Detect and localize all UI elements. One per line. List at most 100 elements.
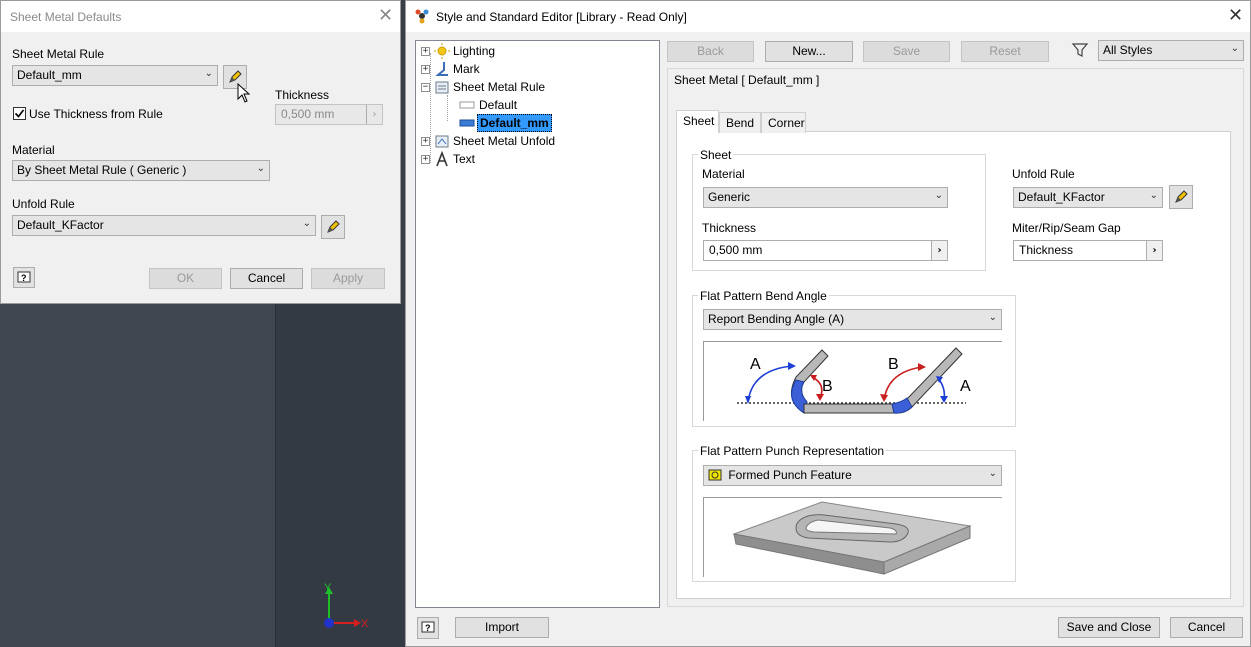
svg-text:?: ? bbox=[425, 623, 431, 633]
help-button[interactable]: ? bbox=[417, 617, 439, 639]
unfold-rule-value: Default_KFactor bbox=[1018, 190, 1105, 204]
chevron-down-icon: ⌄ bbox=[934, 190, 943, 201]
unfold-rule-value: Default_KFactor bbox=[17, 218, 104, 232]
thickness-label: Thickness bbox=[702, 221, 757, 235]
svg-text:?: ? bbox=[21, 273, 27, 283]
editor-title: Style and Standard Editor [Library - Rea… bbox=[436, 10, 687, 24]
tree-item-default-mm[interactable]: Default_mm bbox=[459, 114, 552, 132]
style-filter-select[interactable]: All Styles ⌄ bbox=[1098, 40, 1244, 61]
tab-sheet[interactable]: Sheet bbox=[676, 110, 719, 133]
ok-button[interactable]: OK bbox=[149, 268, 222, 289]
unfold-rule-select[interactable]: Default_KFactor ⌄ bbox=[12, 215, 316, 236]
filter-icon bbox=[1071, 43, 1089, 57]
sheet-metal-defaults-dialog: Sheet Metal Defaults ✕ Sheet Metal Rule … bbox=[0, 0, 401, 304]
collapse-icon[interactable]: − bbox=[421, 82, 430, 92]
sheet-metal-rule-value: Default_mm bbox=[17, 68, 82, 82]
expand-icon[interactable]: + bbox=[421, 154, 430, 164]
sheet-metal-unfold-icon bbox=[435, 135, 449, 148]
chevron-down-icon: ⌄ bbox=[204, 68, 213, 79]
expand-icon[interactable]: + bbox=[421, 46, 430, 56]
lighting-icon bbox=[434, 43, 450, 59]
sheet-group-title: Sheet bbox=[698, 148, 734, 162]
material-select[interactable]: Generic ⌄ bbox=[703, 187, 948, 208]
unfold-rule-select[interactable]: Default_KFactor ⌄ bbox=[1013, 187, 1163, 208]
help-icon: ? bbox=[421, 621, 435, 633]
edit-unfold-rule-button[interactable] bbox=[1169, 185, 1193, 209]
dialog-title: Sheet Metal Defaults bbox=[10, 10, 122, 24]
label-a-right: A bbox=[960, 378, 971, 395]
save-and-close-button[interactable]: Save and Close bbox=[1058, 617, 1160, 638]
label-a-left: A bbox=[750, 356, 761, 373]
rule-style-icon bbox=[459, 119, 475, 127]
unfold-rule-label: Unfold Rule bbox=[12, 197, 75, 211]
punch-illustration bbox=[732, 501, 972, 575]
material-value: By Sheet Metal Rule ( Generic ) bbox=[17, 163, 187, 177]
tree-item-mark[interactable]: + Mark bbox=[421, 60, 480, 78]
edit-unfold-rule-button[interactable] bbox=[321, 215, 345, 239]
help-icon: ? bbox=[17, 271, 31, 283]
punch-representation-select[interactable]: Formed Punch Feature ⌄ bbox=[703, 465, 1002, 486]
cancel-button[interactable]: Cancel bbox=[1170, 617, 1243, 638]
chevron-down-icon: ⌄ bbox=[1149, 190, 1158, 201]
tree-item-default[interactable]: Default bbox=[459, 96, 517, 114]
thickness-value: 0,500 mm bbox=[281, 107, 335, 121]
chevron-down-icon: ⌄ bbox=[302, 218, 311, 229]
bend-angle-group-title: Flat Pattern Bend Angle bbox=[698, 289, 829, 303]
reset-button[interactable]: Reset bbox=[961, 41, 1049, 62]
use-thickness-checkbox[interactable] bbox=[13, 107, 26, 120]
tab-corner[interactable]: Corner bbox=[761, 112, 806, 133]
thickness-label: Thickness bbox=[275, 88, 330, 102]
bend-angle-value: Report Bending Angle (A) bbox=[708, 312, 845, 326]
formed-punch-icon bbox=[708, 469, 722, 481]
tree-item-sheet-metal-rule[interactable]: − Sheet Metal Rule bbox=[421, 78, 545, 96]
miter-gap-field[interactable]: Thickness › bbox=[1013, 240, 1163, 261]
thickness-value: 0,500 mm bbox=[709, 243, 763, 257]
back-button[interactable]: Back bbox=[667, 41, 754, 62]
save-button[interactable]: Save bbox=[863, 41, 950, 62]
help-button[interactable]: ? bbox=[13, 267, 35, 288]
tree-item-text[interactable]: + Text bbox=[421, 150, 475, 168]
close-icon[interactable]: ✕ bbox=[1228, 7, 1243, 25]
thickness-field[interactable]: 0,500 mm › bbox=[275, 104, 383, 125]
style-tree[interactable]: + Lighting + Mark − Sheet Metal Rule Def… bbox=[415, 40, 660, 608]
label-b-left: B bbox=[822, 378, 833, 395]
tree-item-label: Lighting bbox=[453, 44, 496, 58]
chevron-down-icon: ⌄ bbox=[1230, 43, 1239, 54]
close-icon[interactable]: ✕ bbox=[378, 7, 393, 25]
tree-item-label: Default_mm bbox=[477, 114, 552, 132]
new-button[interactable]: New... bbox=[765, 41, 853, 62]
apply-button[interactable]: Apply bbox=[311, 268, 385, 289]
bend-angle-diagram: A B B A bbox=[703, 341, 1002, 421]
unfold-rule-label: Unfold Rule bbox=[1012, 167, 1075, 181]
thickness-field[interactable]: 0,500 mm › bbox=[703, 240, 948, 261]
expand-icon[interactable]: + bbox=[421, 136, 430, 146]
bend-angle-illustration: A B B A bbox=[737, 347, 971, 414]
panel-title: Sheet Metal [ Default_mm ] bbox=[674, 73, 820, 87]
mouse-cursor-icon bbox=[237, 83, 251, 103]
bend-angle-select[interactable]: Report Bending Angle (A) ⌄ bbox=[703, 309, 1002, 330]
axis-y-label: Y bbox=[324, 582, 332, 594]
chevron-down-icon: ⌄ bbox=[256, 163, 265, 174]
rule-style-icon bbox=[459, 101, 475, 109]
expand-icon[interactable]: + bbox=[421, 64, 430, 74]
cancel-button[interactable]: Cancel bbox=[230, 268, 303, 289]
chevron-right-icon: › bbox=[366, 105, 382, 124]
tree-item-lighting[interactable]: + Lighting bbox=[421, 42, 495, 60]
chevron-right-icon[interactable]: › bbox=[1146, 241, 1162, 260]
chevron-right-icon[interactable]: › bbox=[931, 241, 947, 260]
import-button[interactable]: Import bbox=[455, 617, 549, 638]
axis-x-label: X bbox=[361, 618, 369, 630]
sheet-metal-rule-select[interactable]: Default_mm ⌄ bbox=[12, 65, 218, 86]
label-b-right: B bbox=[888, 356, 899, 373]
sheet-metal-rule-label: Sheet Metal Rule bbox=[12, 47, 105, 61]
tree-item-sheet-metal-unfold[interactable]: + Sheet Metal Unfold bbox=[421, 132, 555, 150]
material-value: Generic bbox=[708, 190, 751, 204]
tree-item-label: Default bbox=[479, 98, 518, 112]
checkmark-icon bbox=[14, 109, 25, 118]
tab-bend[interactable]: Bend bbox=[719, 112, 761, 133]
viewport-divider bbox=[275, 303, 276, 647]
punch-group-title: Flat Pattern Punch Representation bbox=[698, 444, 887, 458]
chevron-down-icon: ⌄ bbox=[988, 468, 997, 479]
material-select[interactable]: By Sheet Metal Rule ( Generic ) ⌄ bbox=[12, 160, 270, 181]
miter-gap-value: Thickness bbox=[1019, 243, 1074, 257]
